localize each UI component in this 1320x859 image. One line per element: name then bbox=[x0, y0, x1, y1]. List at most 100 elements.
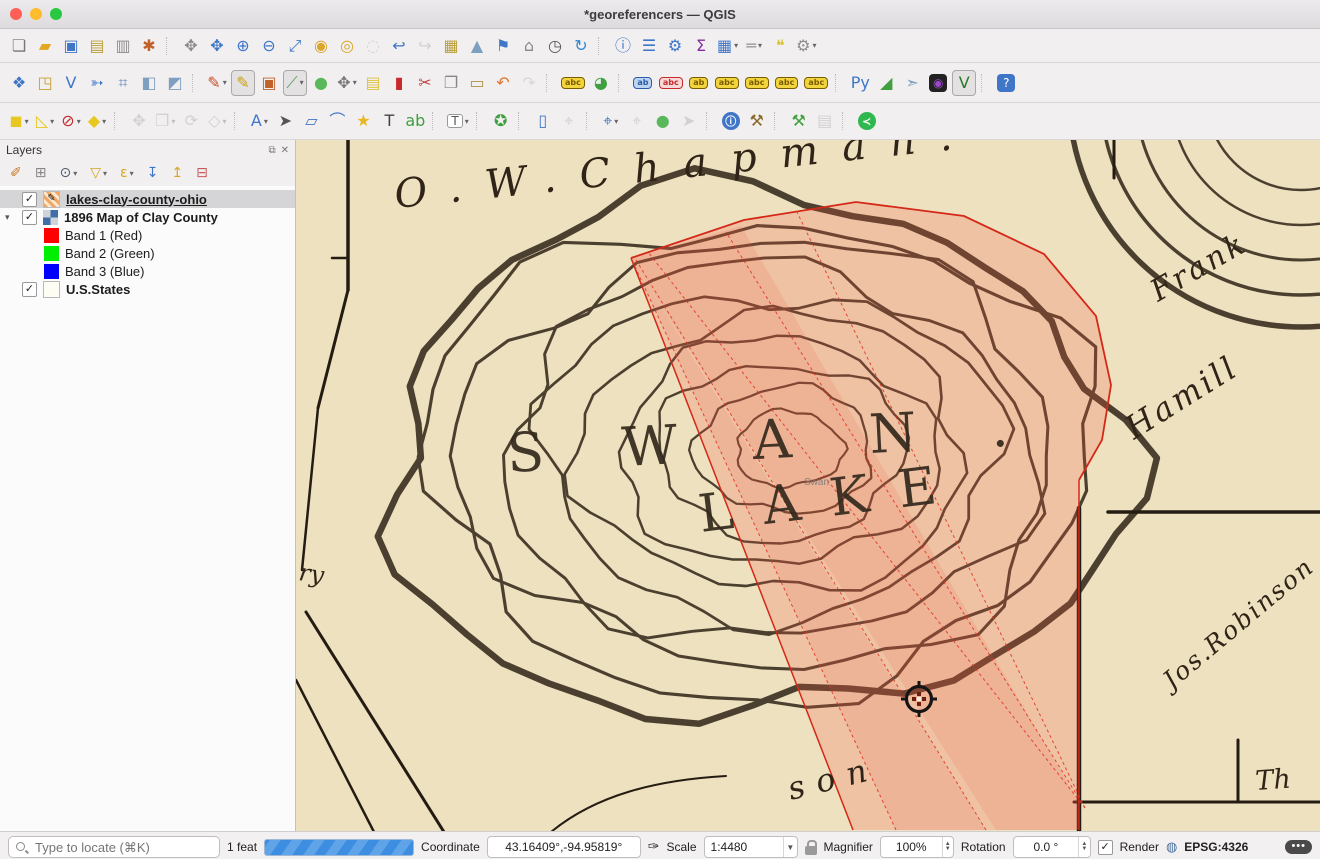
expander-icon[interactable]: ▾ bbox=[5, 212, 10, 223]
scale-dropdown-icon[interactable]: ▼ bbox=[783, 837, 796, 857]
new-project[interactable]: ❏ bbox=[7, 33, 31, 59]
paste-features[interactable]: ▭ bbox=[465, 70, 489, 96]
georeferencer-plugin[interactable]: ➣ bbox=[900, 70, 924, 96]
highlight-pinned-labels[interactable]: abc bbox=[657, 70, 685, 96]
deselect-features[interactable]: ⊘ ▾ bbox=[59, 108, 83, 134]
rotation-input[interactable] bbox=[1013, 839, 1079, 855]
locator-box[interactable] bbox=[8, 836, 220, 858]
current-edits-dropdown-icon[interactable]: ▾ bbox=[223, 78, 227, 87]
manage-map-themes-dropdown-icon[interactable]: ▾ bbox=[73, 169, 77, 178]
show-bookmarks[interactable]: ⌂ bbox=[517, 33, 541, 59]
scale-combobox[interactable]: ▼ bbox=[703, 836, 798, 858]
zoom-out[interactable]: ⊖ bbox=[257, 33, 281, 59]
open-attribute-table-dropdown-icon[interactable]: ▾ bbox=[734, 41, 738, 50]
rotation-spinner[interactable]: ▲ ▼ bbox=[1078, 837, 1089, 857]
manage-map-themes[interactable]: ⊙ ▾ bbox=[53, 162, 83, 184]
crs-status[interactable]: EPSG:4326 bbox=[1184, 840, 1248, 854]
refresh-map[interactable]: ↻ bbox=[569, 33, 593, 59]
profile-tool[interactable]: ◢ bbox=[874, 70, 898, 96]
show-unplaced-labels[interactable]: abc bbox=[713, 70, 741, 96]
coordinate-input[interactable] bbox=[487, 839, 640, 855]
reshape-features-dropdown-icon[interactable]: ▾ bbox=[223, 117, 227, 126]
layer-item-band-3-blue-[interactable]: Band 3 (Blue) bbox=[0, 262, 295, 280]
statistical-summary[interactable]: ☰ bbox=[637, 33, 661, 59]
share[interactable]: ≺ bbox=[855, 108, 879, 134]
identify-features[interactable]: ⓘ bbox=[611, 33, 635, 59]
add-group[interactable]: ⊞ bbox=[29, 162, 53, 184]
create-marker-annotation[interactable]: ★ bbox=[351, 108, 375, 134]
form-annotation-dropdown-icon[interactable]: ▾ bbox=[465, 117, 469, 126]
select-features[interactable]: ◼ ▾ bbox=[7, 108, 31, 134]
select-by-location-dropdown-icon[interactable]: ▾ bbox=[102, 117, 106, 126]
zoom-full-extent[interactable]: ⤢ bbox=[283, 33, 307, 59]
new-geopackage-layer[interactable]: ◳ bbox=[33, 70, 57, 96]
select-features-dropdown-icon[interactable]: ▾ bbox=[25, 117, 29, 126]
form-annotation[interactable]: T ▾ bbox=[445, 108, 470, 134]
layer-visibility-checkbox[interactable]: ✓ bbox=[22, 191, 37, 207]
move-canvas-center[interactable]: ⌖ ▾ bbox=[599, 108, 623, 134]
freehand-digitizing[interactable]: ⚒ bbox=[787, 108, 811, 134]
lock-scale-icon[interactable] bbox=[804, 839, 817, 855]
vertex-tool-dropdown-icon[interactable]: ▾ bbox=[353, 78, 357, 87]
locator-input[interactable] bbox=[33, 838, 213, 856]
save-layer-edits[interactable]: ▣ bbox=[257, 70, 281, 96]
new-print-layout[interactable]: ▤ bbox=[85, 33, 109, 59]
measure-line-dropdown-icon[interactable]: ▾ bbox=[758, 41, 762, 50]
layer-diagram-options[interactable]: ◕ bbox=[589, 70, 613, 96]
python-console[interactable]: Py bbox=[848, 70, 872, 96]
run-feature-action-dropdown-icon[interactable]: ▾ bbox=[812, 41, 816, 50]
annotation-settings-dropdown-icon[interactable]: ▾ bbox=[264, 117, 268, 126]
pin-labels[interactable]: ab bbox=[631, 70, 655, 96]
data-source-manager[interactable]: ❖ bbox=[7, 70, 31, 96]
style-manager[interactable]: ✱ bbox=[137, 33, 161, 59]
new-3d-map-view[interactable]: ▲ bbox=[465, 33, 489, 59]
cut-features[interactable]: ✂ bbox=[413, 70, 437, 96]
select-annotation[interactable]: ➤ bbox=[273, 108, 297, 134]
magnifier-field[interactable]: ▲▼ bbox=[879, 836, 954, 858]
open-layer-styling[interactable]: ✐ bbox=[4, 162, 28, 184]
move-label[interactable]: abc bbox=[743, 70, 771, 96]
toggle-editing[interactable]: ✎ bbox=[231, 69, 255, 96]
new-temporary-scratch-layer[interactable]: ⌗ bbox=[111, 70, 135, 96]
sum-line-lengths[interactable]: Σ bbox=[689, 33, 713, 59]
filter-by-expression-dropdown-icon[interactable]: ▾ bbox=[130, 169, 134, 178]
metasearch[interactable]: ✪ bbox=[489, 108, 513, 134]
zoom-to-layer[interactable]: ◎ bbox=[335, 33, 359, 59]
map-tools-pencil[interactable]: ⚒ bbox=[745, 108, 769, 134]
layer-item-band-1-red-[interactable]: Band 1 (Red) bbox=[0, 226, 295, 244]
digitize-with-segment[interactable]: ⟋ ▾ bbox=[283, 69, 307, 96]
panel-close-icon[interactable]: ✕ bbox=[281, 145, 289, 156]
run-feature-action[interactable]: ⚙ ▾ bbox=[794, 33, 818, 59]
show-hide-labels[interactable]: ab bbox=[687, 70, 711, 96]
undo[interactable]: ↶ bbox=[491, 70, 515, 96]
open-attribute-table[interactable]: ▦ ▾ bbox=[715, 33, 740, 59]
delete-selected[interactable]: ▮ bbox=[387, 70, 411, 96]
rotation-field[interactable]: ▲▼ bbox=[1012, 836, 1091, 858]
layer-labeling-options[interactable]: abc bbox=[559, 70, 587, 96]
new-spatial-bookmark[interactable]: ⚑ bbox=[491, 33, 515, 59]
expand-all[interactable]: ↧ bbox=[141, 162, 165, 184]
new-mesh-layer[interactable]: ◩ bbox=[163, 70, 187, 96]
plugin-information[interactable]: ⓘ bbox=[719, 108, 743, 134]
annotation-settings[interactable]: A ▾ bbox=[247, 108, 271, 134]
select-features-by-value-dropdown-icon[interactable]: ▾ bbox=[50, 117, 54, 126]
rotate-label[interactable]: abc bbox=[773, 70, 801, 96]
panel-float-icon[interactable]: ⧉ bbox=[268, 145, 275, 156]
show-layout-manager[interactable]: ▥ bbox=[111, 33, 135, 59]
map-canvas[interactable]: O.W.Chapman. SWAN. LAKE Swan Frank Hamil… bbox=[296, 140, 1320, 831]
extents-toggle-icon[interactable]: ✑ bbox=[648, 839, 660, 855]
processing-toolbox[interactable]: ⚙ bbox=[663, 33, 687, 59]
vertex-tool[interactable]: ✥ ▾ bbox=[335, 70, 359, 96]
layer-item-u-s-states[interactable]: ✓ U.S.States bbox=[0, 280, 295, 298]
layer-item-band-2-green-[interactable]: Band 2 (Green) bbox=[0, 244, 295, 262]
move-canvas-center-dropdown-icon[interactable]: ▾ bbox=[614, 117, 618, 126]
create-html-annotation[interactable]: ab bbox=[403, 108, 427, 134]
grass-tools[interactable]: ◉ bbox=[926, 70, 950, 96]
create-polygon-annotation[interactable]: ▱ bbox=[299, 108, 323, 134]
layer-item-1896-map-of-clay-county[interactable]: ▾ ✓ 1896 Map of Clay County bbox=[0, 208, 295, 226]
measure-line[interactable]: ═ ▾ bbox=[742, 33, 766, 59]
layer-item-lakes-clay-county-ohio[interactable]: ✓ ✎ lakes-clay-county-ohio bbox=[0, 190, 295, 208]
coordinate-field[interactable] bbox=[486, 836, 641, 858]
filter-by-expression[interactable]: ε ▾ bbox=[114, 162, 140, 184]
modify-attributes[interactable]: ▤ bbox=[361, 70, 385, 96]
